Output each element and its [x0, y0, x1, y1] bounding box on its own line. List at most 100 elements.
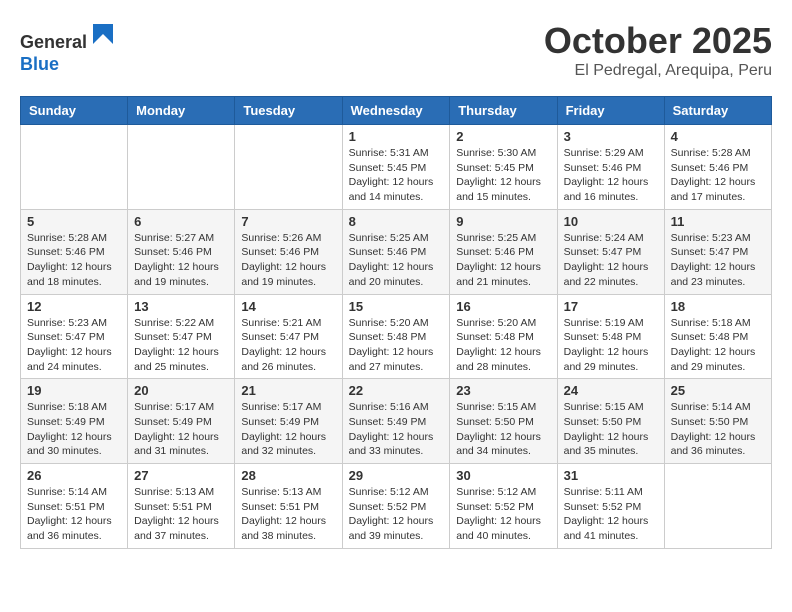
day-info: Sunrise: 5:20 AM Sunset: 5:48 PM Dayligh… — [456, 316, 550, 375]
day-info: Sunrise: 5:26 AM Sunset: 5:46 PM Dayligh… — [241, 231, 335, 290]
day-info: Sunrise: 5:15 AM Sunset: 5:50 PM Dayligh… — [456, 400, 550, 459]
location-text: El Pedregal, Arequipa, Peru — [544, 62, 772, 80]
calendar-cell: 3 Sunrise: 5:29 AM Sunset: 5:46 PM Daylig… — [557, 125, 664, 210]
logo: General Blue — [20, 20, 117, 75]
calendar-header-saturday: Saturday — [664, 97, 771, 125]
logo-icon — [89, 20, 117, 48]
calendar-table: SundayMondayTuesdayWednesdayThursdayFrid… — [20, 96, 772, 549]
day-number: 5 — [27, 214, 121, 229]
day-info: Sunrise: 5:21 AM Sunset: 5:47 PM Dayligh… — [241, 316, 335, 375]
day-info: Sunrise: 5:28 AM Sunset: 5:46 PM Dayligh… — [671, 146, 765, 205]
calendar-header-row: SundayMondayTuesdayWednesdayThursdayFrid… — [21, 97, 772, 125]
day-number: 20 — [134, 383, 228, 398]
day-info: Sunrise: 5:18 AM Sunset: 5:48 PM Dayligh… — [671, 316, 765, 375]
calendar-cell: 27 Sunrise: 5:13 AM Sunset: 5:51 PM Dayli… — [128, 464, 235, 549]
calendar-cell: 17Sunrise: 5:19 AM Sunset: 5:48 PM Dayli… — [557, 294, 664, 379]
day-info: Sunrise: 5:12 AM Sunset: 5:52 PM Dayligh… — [349, 485, 444, 544]
calendar-cell: 2 Sunrise: 5:30 AM Sunset: 5:45 PM Daylig… — [450, 125, 557, 210]
calendar-cell: 14 Sunrise: 5:21 AM Sunset: 5:47 PM Dayli… — [235, 294, 342, 379]
day-number: 3 — [564, 129, 658, 144]
calendar-header-sunday: Sunday — [21, 97, 128, 125]
calendar-header-tuesday: Tuesday — [235, 97, 342, 125]
day-number: 28 — [241, 468, 335, 483]
calendar-cell: 22 Sunrise: 5:16 AM Sunset: 5:49 PM Dayli… — [342, 379, 450, 464]
calendar-header-friday: Friday — [557, 97, 664, 125]
day-info: Sunrise: 5:27 AM Sunset: 5:46 PM Dayligh… — [134, 231, 228, 290]
calendar-cell: 1 Sunrise: 5:31 AM Sunset: 5:45 PM Daylig… — [342, 125, 450, 210]
day-number: 25 — [671, 383, 765, 398]
day-info: Sunrise: 5:18 AM Sunset: 5:49 PM Dayligh… — [27, 400, 121, 459]
calendar-cell: 19 Sunrise: 5:18 AM Sunset: 5:49 PM Dayli… — [21, 379, 128, 464]
day-number: 11 — [671, 214, 765, 229]
calendar-cell: 16Sunrise: 5:20 AM Sunset: 5:48 PM Dayli… — [450, 294, 557, 379]
day-info: Sunrise: 5:13 AM Sunset: 5:51 PM Dayligh… — [134, 485, 228, 544]
day-info: Sunrise: 5:25 AM Sunset: 5:46 PM Dayligh… — [349, 231, 444, 290]
day-number: 23 — [456, 383, 550, 398]
day-number: 19 — [27, 383, 121, 398]
calendar-cell: 18 Sunrise: 5:18 AM Sunset: 5:48 PM Dayli… — [664, 294, 771, 379]
calendar-week-row: 19 Sunrise: 5:18 AM Sunset: 5:49 PM Dayli… — [21, 379, 772, 464]
day-number: 30 — [456, 468, 550, 483]
day-number: 27 — [134, 468, 228, 483]
day-info: Sunrise: 5:13 AM Sunset: 5:51 PM Dayligh… — [241, 485, 335, 544]
day-number: 8 — [349, 214, 444, 229]
calendar-cell: 8 Sunrise: 5:25 AM Sunset: 5:46 PM Daylig… — [342, 209, 450, 294]
day-info: Sunrise: 5:29 AM Sunset: 5:46 PM Dayligh… — [564, 146, 658, 205]
day-info: Sunrise: 5:17 AM Sunset: 5:49 PM Dayligh… — [241, 400, 335, 459]
day-number: 7 — [241, 214, 335, 229]
calendar-cell: 10 Sunrise: 5:24 AM Sunset: 5:47 PM Dayli… — [557, 209, 664, 294]
day-info: Sunrise: 5:25 AM Sunset: 5:46 PM Dayligh… — [456, 231, 550, 290]
calendar-cell — [664, 464, 771, 549]
calendar-cell: 21 Sunrise: 5:17 AM Sunset: 5:49 PM Dayli… — [235, 379, 342, 464]
day-info: Sunrise: 5:28 AM Sunset: 5:46 PM Dayligh… — [27, 231, 121, 290]
day-number: 29 — [349, 468, 444, 483]
day-number: 17 — [564, 299, 658, 314]
month-title: October 2025 — [544, 20, 772, 62]
calendar-header-wednesday: Wednesday — [342, 97, 450, 125]
calendar-cell — [128, 125, 235, 210]
calendar-cell: 26Sunrise: 5:14 AM Sunset: 5:51 PM Dayli… — [21, 464, 128, 549]
day-number: 31 — [564, 468, 658, 483]
calendar-week-row: 1 Sunrise: 5:31 AM Sunset: 5:45 PM Daylig… — [21, 125, 772, 210]
calendar-cell: 29 Sunrise: 5:12 AM Sunset: 5:52 PM Dayli… — [342, 464, 450, 549]
calendar-cell: 7 Sunrise: 5:26 AM Sunset: 5:46 PM Daylig… — [235, 209, 342, 294]
day-info: Sunrise: 5:16 AM Sunset: 5:49 PM Dayligh… — [349, 400, 444, 459]
calendar-cell: 25Sunrise: 5:14 AM Sunset: 5:50 PM Dayli… — [664, 379, 771, 464]
calendar-week-row: 5 Sunrise: 5:28 AM Sunset: 5:46 PM Daylig… — [21, 209, 772, 294]
day-number: 2 — [456, 129, 550, 144]
calendar-cell: 20 Sunrise: 5:17 AM Sunset: 5:49 PM Dayli… — [128, 379, 235, 464]
day-number: 14 — [241, 299, 335, 314]
day-info: Sunrise: 5:30 AM Sunset: 5:45 PM Dayligh… — [456, 146, 550, 205]
day-info: Sunrise: 5:22 AM Sunset: 5:47 PM Dayligh… — [134, 316, 228, 375]
day-info: Sunrise: 5:20 AM Sunset: 5:48 PM Dayligh… — [349, 316, 444, 375]
calendar-cell: 28 Sunrise: 5:13 AM Sunset: 5:51 PM Dayli… — [235, 464, 342, 549]
calendar-week-row: 12Sunrise: 5:23 AM Sunset: 5:47 PM Dayli… — [21, 294, 772, 379]
logo-blue-text: Blue — [20, 54, 59, 74]
day-info: Sunrise: 5:17 AM Sunset: 5:49 PM Dayligh… — [134, 400, 228, 459]
calendar-week-row: 26Sunrise: 5:14 AM Sunset: 5:51 PM Dayli… — [21, 464, 772, 549]
day-number: 4 — [671, 129, 765, 144]
calendar-cell: 23 Sunrise: 5:15 AM Sunset: 5:50 PM Dayli… — [450, 379, 557, 464]
day-number: 9 — [456, 214, 550, 229]
day-info: Sunrise: 5:15 AM Sunset: 5:50 PM Dayligh… — [564, 400, 658, 459]
day-number: 13 — [134, 299, 228, 314]
calendar-cell: 11Sunrise: 5:23 AM Sunset: 5:47 PM Dayli… — [664, 209, 771, 294]
day-number: 1 — [349, 129, 444, 144]
calendar-header-thursday: Thursday — [450, 97, 557, 125]
day-number: 15 — [349, 299, 444, 314]
day-number: 26 — [27, 468, 121, 483]
day-number: 10 — [564, 214, 658, 229]
calendar-cell: 9 Sunrise: 5:25 AM Sunset: 5:46 PM Daylig… — [450, 209, 557, 294]
day-info: Sunrise: 5:12 AM Sunset: 5:52 PM Dayligh… — [456, 485, 550, 544]
calendar-cell: 4 Sunrise: 5:28 AM Sunset: 5:46 PM Daylig… — [664, 125, 771, 210]
day-info: Sunrise: 5:31 AM Sunset: 5:45 PM Dayligh… — [349, 146, 444, 205]
calendar-cell: 12Sunrise: 5:23 AM Sunset: 5:47 PM Dayli… — [21, 294, 128, 379]
day-number: 21 — [241, 383, 335, 398]
day-number: 22 — [349, 383, 444, 398]
day-number: 18 — [671, 299, 765, 314]
logo-general-text: General — [20, 32, 87, 52]
calendar-header-monday: Monday — [128, 97, 235, 125]
day-info: Sunrise: 5:24 AM Sunset: 5:47 PM Dayligh… — [564, 231, 658, 290]
day-number: 24 — [564, 383, 658, 398]
page-header: General Blue October 2025 El Pedregal, A… — [20, 20, 772, 80]
